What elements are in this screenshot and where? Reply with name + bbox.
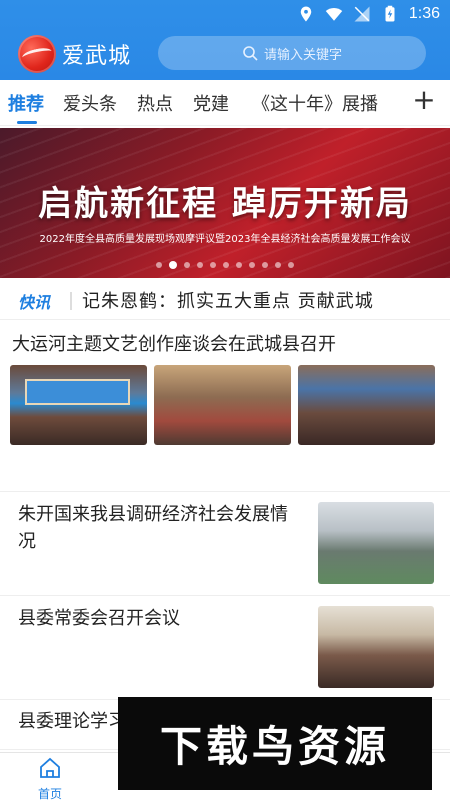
tab-recommend[interactable]: 推荐 [8,90,44,116]
carousel-dot[interactable] [249,262,255,268]
news-image [318,606,434,688]
news-ticker[interactable]: 快讯 记朱恩鹤：抓实五大重点 贡献武城 [0,280,450,320]
news-image [318,502,434,584]
news-image [154,365,291,445]
tab-party[interactable]: 党建 [193,90,229,116]
news-title: 大运河主题文艺创作座谈会在武城县召开 [12,334,336,355]
news-title: 朱开国来我县调研经济社会发展情况 [18,504,288,552]
ticker-divider [70,292,72,310]
carousel-dot[interactable] [197,262,203,268]
banner-carousel[interactable]: 启航新征程 踔厉开新局 2022年度全县高质量发展现场观摩评议暨2023年全县经… [0,128,450,278]
tab-decade[interactable]: 《这十年》展播 [252,90,378,116]
location-icon [300,6,312,22]
banner-title: 启航新征程 踔厉开新局 [38,184,412,224]
news-image [298,365,435,445]
carousel-dot[interactable] [210,262,216,268]
list-item[interactable]: 县委常委会召开会议 [0,596,450,700]
tab-active-indicator [17,121,37,124]
nav-home[interactable]: 首页 [30,756,70,800]
no-signal-icon [354,6,370,22]
wifi-icon [325,7,343,21]
category-tabs: 推荐 爱头条 热点 党建 《这十年》展播 + [0,80,450,126]
status-icons: 1:36 [297,5,440,23]
carousel-dots [0,261,450,269]
status-time: 1:36 [408,5,440,22]
carousel-dot[interactable] [262,262,268,268]
app-brand: 爱武城 [62,44,132,69]
news-title: 县委常委会召开会议 [18,608,180,629]
banner-subtitle: 2022年度全县高质量发展现场观摩评议暨2023年全县经济社会高质量发展工作会议 [39,234,411,245]
news-image [10,365,147,445]
status-bar: 1:36 [0,0,450,30]
battery-charging-icon [385,5,395,22]
ticker-text: 记朱恩鹤：抓实五大重点 贡献武城 [82,291,374,312]
add-tab-icon[interactable]: + [410,86,438,115]
app-logo [18,35,56,73]
carousel-dot[interactable] [223,262,229,268]
app-bar: 爱武城 请输入关键字 [0,32,450,74]
search-input[interactable]: 请输入关键字 [158,36,426,70]
list-item[interactable]: 朱开国来我县调研经济社会发展情况 [0,492,450,596]
home-icon [40,757,60,778]
header: 1:36 爱武城 请输入关键字 [0,0,450,80]
nav-home-label: 首页 [37,787,62,800]
carousel-dot[interactable] [288,262,294,268]
watermark-logo: 下载鸟资源 [118,697,432,790]
tab-headlines[interactable]: 爱头条 [63,90,117,116]
stage-backdrop [25,379,130,405]
tab-hot[interactable]: 热点 [137,90,173,116]
carousel-dot[interactable] [236,262,242,268]
list-item[interactable]: 大运河主题文艺创作座谈会在武城县召开 [0,320,450,492]
search-placeholder: 请输入关键字 [263,47,342,63]
carousel-dot[interactable] [184,262,190,268]
carousel-dot[interactable] [275,262,281,268]
carousel-dot[interactable] [156,262,162,268]
carousel-dot[interactable] [169,261,177,269]
search-icon [243,46,258,61]
ticker-label: 快讯 [18,293,51,312]
